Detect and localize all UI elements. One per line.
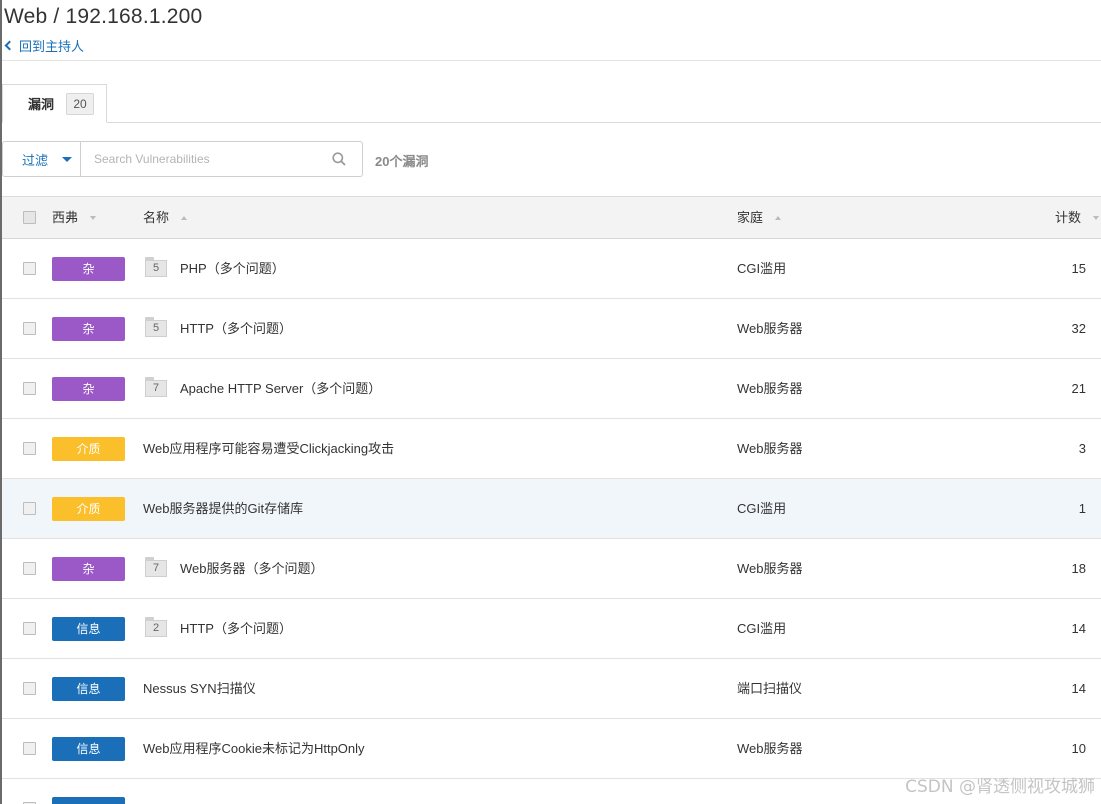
header-divider (2, 60, 1101, 61)
count-cell: 3 (1078, 441, 1086, 456)
vulnerability-name[interactable]: HTTP（多个问题） (180, 599, 292, 659)
chevron-left-icon (4, 40, 15, 51)
vulnerability-name[interactable]: Web服务器提供的Git存储库 (143, 479, 303, 539)
severity-badge: 信息 (52, 617, 125, 641)
column-label: 计数 (1054, 210, 1081, 225)
vulnerability-name[interactable]: Web应用程序Cookie未标记为HttpOnly (143, 719, 365, 779)
table-row[interactable]: 介质 Web服务器提供的Git存储库 CGI滥用 1 (2, 479, 1101, 539)
vulnerability-name[interactable]: HTTP（多个问题） (180, 299, 292, 359)
family-cell: 端口扫描仪 (737, 681, 803, 696)
column-header-count[interactable]: 计数 (1055, 197, 1099, 239)
column-label: 家庭 (737, 210, 764, 225)
row-checkbox[interactable] (23, 442, 36, 455)
family-cell: Web服务器 (737, 741, 803, 756)
search-icon[interactable] (332, 152, 346, 166)
filter-label: 过滤 (22, 152, 49, 168)
search-box (80, 141, 363, 177)
column-label: 名称 (143, 210, 170, 225)
folder-count: 7 (145, 560, 167, 577)
severity-badge (52, 797, 125, 804)
table-row[interactable]: 信息 Web应用程序Cookie未标记为HttpOnly Web服务器 10 (2, 719, 1101, 779)
family-cell: CGI滥用 (737, 261, 787, 276)
tabs-bar (2, 122, 1101, 123)
severity-badge: 杂 (52, 377, 125, 401)
severity-badge: 信息 (52, 677, 125, 701)
family-cell: Web服务器 (737, 441, 803, 456)
vulnerability-name[interactable]: Apache HTTP Server（多个问题） (180, 359, 381, 419)
severity-badge: 信息 (52, 737, 125, 761)
table-header: 西弗 名称 家庭 计数 (2, 197, 1101, 239)
column-header-severity[interactable]: 西弗 (52, 197, 97, 239)
folder-count: 7 (145, 380, 167, 397)
row-checkbox[interactable] (23, 742, 36, 755)
sort-up-icon (775, 216, 782, 220)
vulnerability-name[interactable]: PHP（多个问题） (180, 239, 285, 299)
page-title: Web / 192.168.1.200 (4, 5, 203, 28)
family-cell: Web服务器 (737, 321, 803, 336)
row-checkbox[interactable] (23, 502, 36, 515)
folder-icon: 2 (145, 617, 167, 637)
table-row[interactable]: 杂 7 Apache HTTP Server（多个问题） Web服务器 21 (2, 359, 1101, 419)
column-header-name[interactable]: 名称 (143, 197, 188, 239)
severity-badge: 杂 (52, 257, 125, 281)
row-checkbox[interactable] (23, 622, 36, 635)
folder-icon: 5 (145, 257, 167, 277)
count-cell: 15 (1071, 261, 1086, 276)
select-all-checkbox[interactable] (23, 211, 36, 224)
table-row[interactable]: 信息 Nessus SYN扫描仪 端口扫描仪 14 (2, 659, 1101, 719)
filter-dropdown-button[interactable]: 过滤 (2, 141, 81, 177)
watermark-text: CSDN @肾透侧视攻城狮 (905, 777, 1095, 797)
count-cell: 14 (1071, 621, 1086, 636)
folder-icon: 7 (145, 557, 167, 577)
severity-badge: 介质 (52, 437, 125, 461)
tab-label: 漏洞 (28, 97, 55, 112)
vulnerability-name[interactable]: Nessus SYN扫描仪 (143, 659, 256, 719)
tab-vulnerabilities[interactable]: 漏洞 20 (2, 84, 107, 123)
caret-down-icon (62, 156, 73, 162)
count-cell: 10 (1071, 741, 1086, 756)
family-cell: CGI滥用 (737, 621, 787, 636)
count-cell: 1 (1078, 501, 1086, 516)
sort-down-icon (1093, 216, 1099, 220)
family-cell: Web服务器 (737, 561, 803, 576)
row-checkbox[interactable] (23, 322, 36, 335)
back-link-label: 回到主持人 (19, 39, 85, 54)
table-row[interactable]: 介质 Web应用程序可能容易遭受Clickjacking攻击 Web服务器 3 (2, 419, 1101, 479)
back-to-host-link[interactable]: 回到主持人 (4, 36, 84, 55)
folder-count: 2 (145, 620, 167, 637)
count-cell: 21 (1071, 381, 1086, 396)
folder-count: 5 (145, 260, 167, 277)
folder-icon: 5 (145, 317, 167, 337)
severity-badge: 杂 (52, 317, 125, 341)
family-cell: CGI滥用 (737, 501, 787, 516)
row-checkbox[interactable] (23, 382, 36, 395)
tab-count-badge: 20 (66, 92, 95, 115)
table-row[interactable]: 杂 5 HTTP（多个问题） Web服务器 32 (2, 299, 1101, 359)
family-cell: Web服务器 (737, 381, 803, 396)
table-row[interactable]: 杂 5 PHP（多个问题） CGI滥用 15 (2, 239, 1101, 299)
severity-badge: 介质 (52, 497, 125, 521)
row-checkbox[interactable] (23, 562, 36, 575)
table-row[interactable]: 杂 7 Web服务器（多个问题） Web服务器 18 (2, 539, 1101, 599)
severity-badge: 杂 (52, 557, 125, 581)
sort-down-icon (90, 216, 97, 220)
folder-count: 5 (145, 320, 167, 337)
sort-up-icon (181, 216, 188, 220)
vulnerability-count: 20个漏洞 (375, 154, 429, 169)
row-checkbox[interactable] (23, 682, 36, 695)
count-cell: 32 (1071, 321, 1086, 336)
vulnerability-name[interactable]: Web服务器（多个问题） (180, 539, 324, 599)
row-checkbox[interactable] (23, 262, 36, 275)
vulnerability-name[interactable]: Web应用程序可能容易遭受Clickjacking攻击 (143, 419, 394, 479)
column-label: 西弗 (52, 210, 79, 225)
folder-icon: 7 (145, 377, 167, 397)
count-cell: 18 (1071, 561, 1086, 576)
table-row[interactable]: 信息 2 HTTP（多个问题） CGI滥用 14 (2, 599, 1101, 659)
search-input[interactable] (81, 142, 321, 176)
count-cell: 14 (1071, 681, 1086, 696)
column-header-family[interactable]: 家庭 (737, 197, 782, 239)
